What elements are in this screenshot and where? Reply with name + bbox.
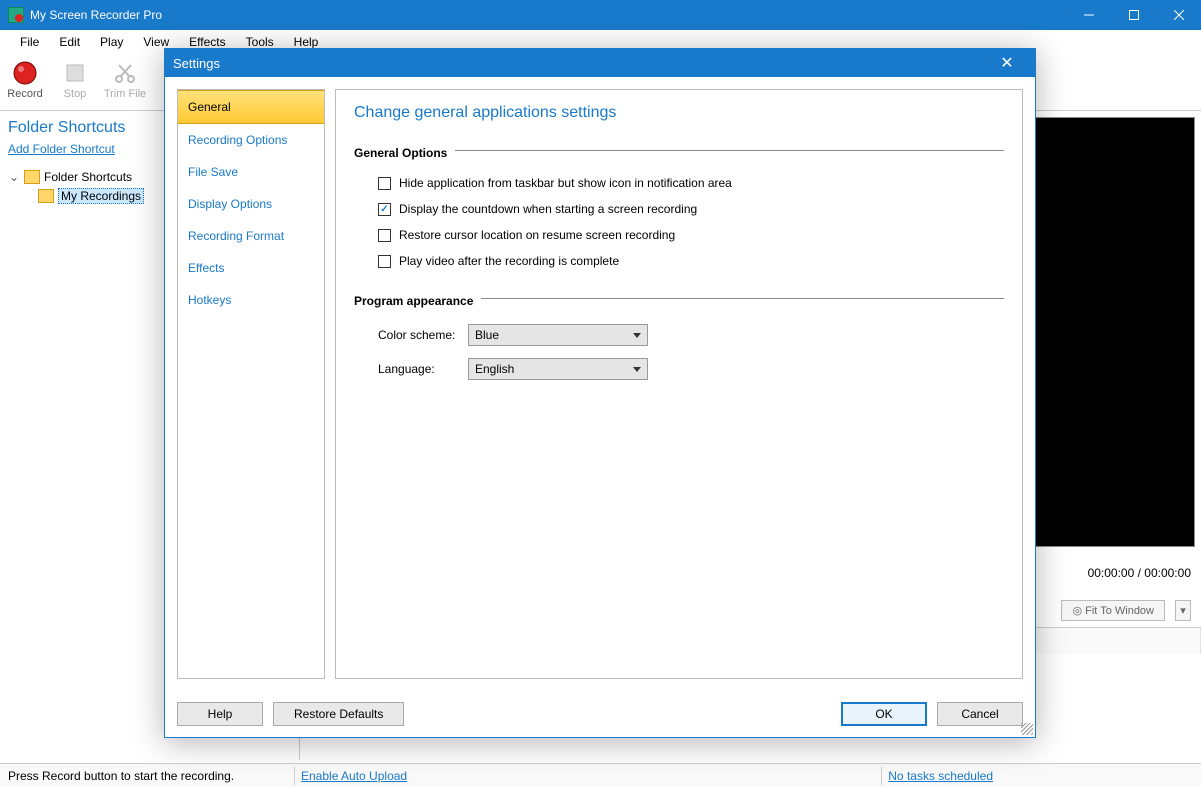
color-scheme-label: Color scheme: xyxy=(378,328,468,342)
checkbox-icon[interactable] xyxy=(378,177,391,190)
nav-recording-options[interactable]: Recording Options xyxy=(178,124,324,156)
resize-grip[interactable] xyxy=(1021,723,1033,735)
titlebar: My Screen Recorder Pro xyxy=(0,0,1201,30)
dropdown-button[interactable]: ▾ xyxy=(1175,600,1191,621)
dialog-titlebar: Settings ✕ xyxy=(165,49,1035,77)
stop-button[interactable]: Stop xyxy=(50,58,100,100)
no-tasks-link[interactable]: No tasks scheduled xyxy=(888,769,993,783)
opt-countdown[interactable]: Display the countdown when starting a sc… xyxy=(354,196,1004,222)
menu-edit[interactable]: Edit xyxy=(49,31,90,53)
minimize-button[interactable] xyxy=(1066,0,1111,30)
panel-heading: Change general applications settings xyxy=(354,104,1004,122)
trim-button[interactable]: Trim File xyxy=(100,58,150,100)
cancel-button[interactable]: Cancel xyxy=(937,702,1023,726)
add-folder-shortcut-link[interactable]: Add Folder Shortcut xyxy=(8,142,115,156)
general-options-label: General Options xyxy=(354,146,447,160)
record-button[interactable]: Record xyxy=(0,58,50,100)
scissors-icon xyxy=(100,58,150,88)
dialog-title: Settings xyxy=(173,56,220,71)
nav-display-options[interactable]: Display Options xyxy=(178,188,324,220)
chevron-down-icon[interactable]: ⌄ xyxy=(8,170,20,184)
dialog-close-button[interactable]: ✕ xyxy=(987,53,1027,73)
folder-icon xyxy=(24,170,40,184)
opt-play-after[interactable]: Play video after the recording is comple… xyxy=(354,248,1004,274)
close-button[interactable] xyxy=(1156,0,1201,30)
maximize-button[interactable] xyxy=(1111,0,1156,30)
folder-icon xyxy=(38,189,54,203)
settings-nav: General Recording Options File Save Disp… xyxy=(177,89,325,679)
language-select[interactable]: English xyxy=(468,358,648,380)
record-icon xyxy=(0,58,50,88)
checkbox-icon[interactable] xyxy=(378,229,391,242)
time-display: 00:00:00 / 00:00:00 xyxy=(1088,566,1191,580)
opt-restore-cursor[interactable]: Restore cursor location on resume screen… xyxy=(354,222,1004,248)
dialog-footer: Help Restore Defaults OK Cancel xyxy=(165,691,1035,737)
language-label: Language: xyxy=(378,362,468,376)
restore-defaults-button[interactable]: Restore Defaults xyxy=(273,702,404,726)
nav-file-save[interactable]: File Save xyxy=(178,156,324,188)
nav-effects[interactable]: Effects xyxy=(178,252,324,284)
enable-auto-upload-link[interactable]: Enable Auto Upload xyxy=(301,769,407,783)
menu-play[interactable]: Play xyxy=(90,31,133,53)
checkbox-checked-icon[interactable] xyxy=(378,203,391,216)
ok-button[interactable]: OK xyxy=(841,702,927,726)
nav-hotkeys[interactable]: Hotkeys xyxy=(178,284,324,316)
statusbar: Press Record button to start the recordi… xyxy=(0,763,1201,787)
fit-to-window-button[interactable]: ◎ Fit To Window xyxy=(1061,600,1165,621)
color-scheme-select[interactable]: Blue xyxy=(468,324,648,346)
window-title: My Screen Recorder Pro xyxy=(30,8,1066,22)
settings-dialog: Settings ✕ General Recording Options Fil… xyxy=(164,48,1036,738)
app-icon xyxy=(8,7,24,23)
help-button[interactable]: Help xyxy=(177,702,263,726)
menu-file[interactable]: File xyxy=(10,31,49,53)
stop-icon xyxy=(50,58,100,88)
checkbox-icon[interactable] xyxy=(378,255,391,268)
status-text: Press Record button to start the recordi… xyxy=(8,769,288,783)
opt-hide-taskbar[interactable]: Hide application from taskbar but show i… xyxy=(354,170,1004,196)
program-appearance-label: Program appearance xyxy=(354,294,473,308)
nav-recording-format[interactable]: Recording Format xyxy=(178,220,324,252)
settings-panel: Change general applications settings Gen… xyxy=(335,89,1023,679)
nav-general[interactable]: General xyxy=(178,90,324,124)
